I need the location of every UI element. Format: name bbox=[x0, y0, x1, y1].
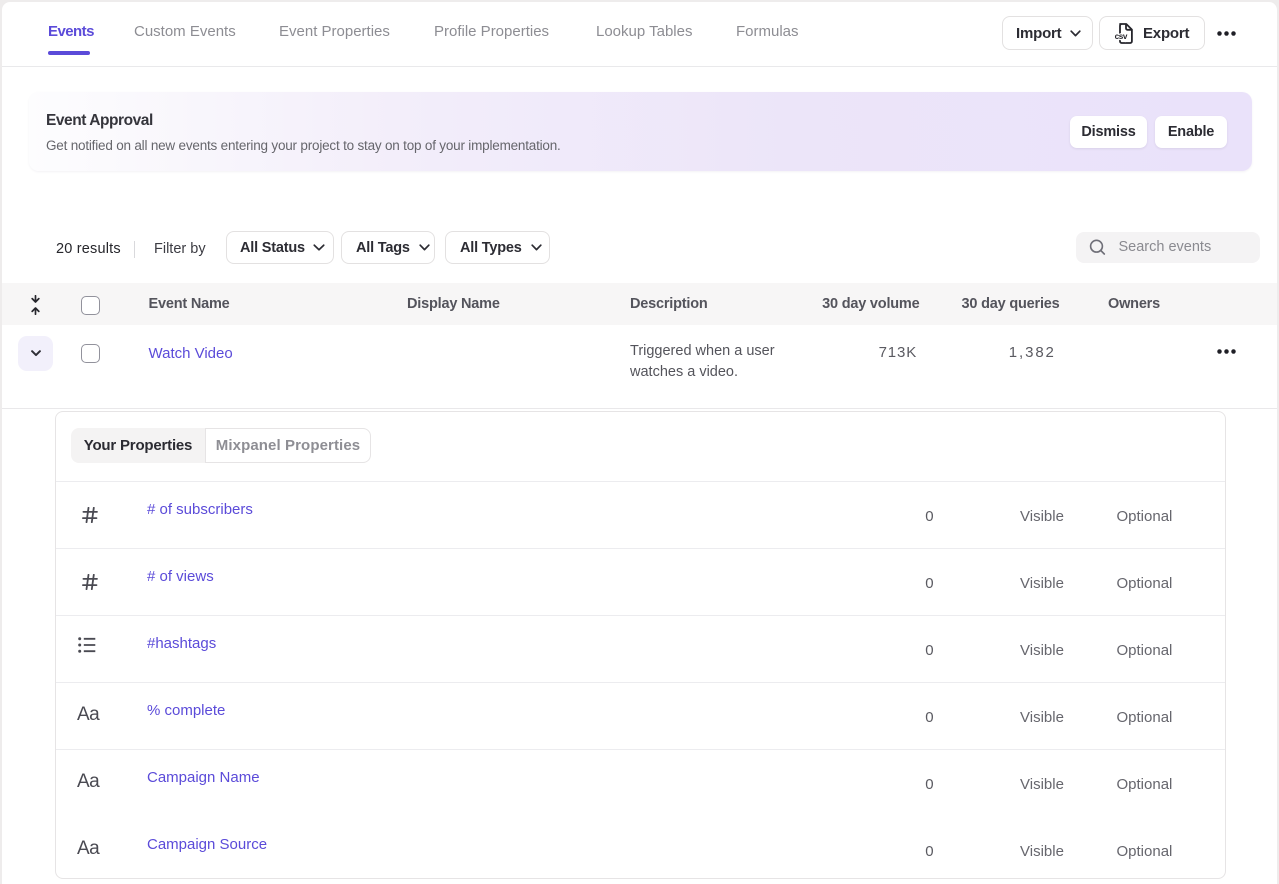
svg-text:csv: csv bbox=[1115, 32, 1128, 41]
